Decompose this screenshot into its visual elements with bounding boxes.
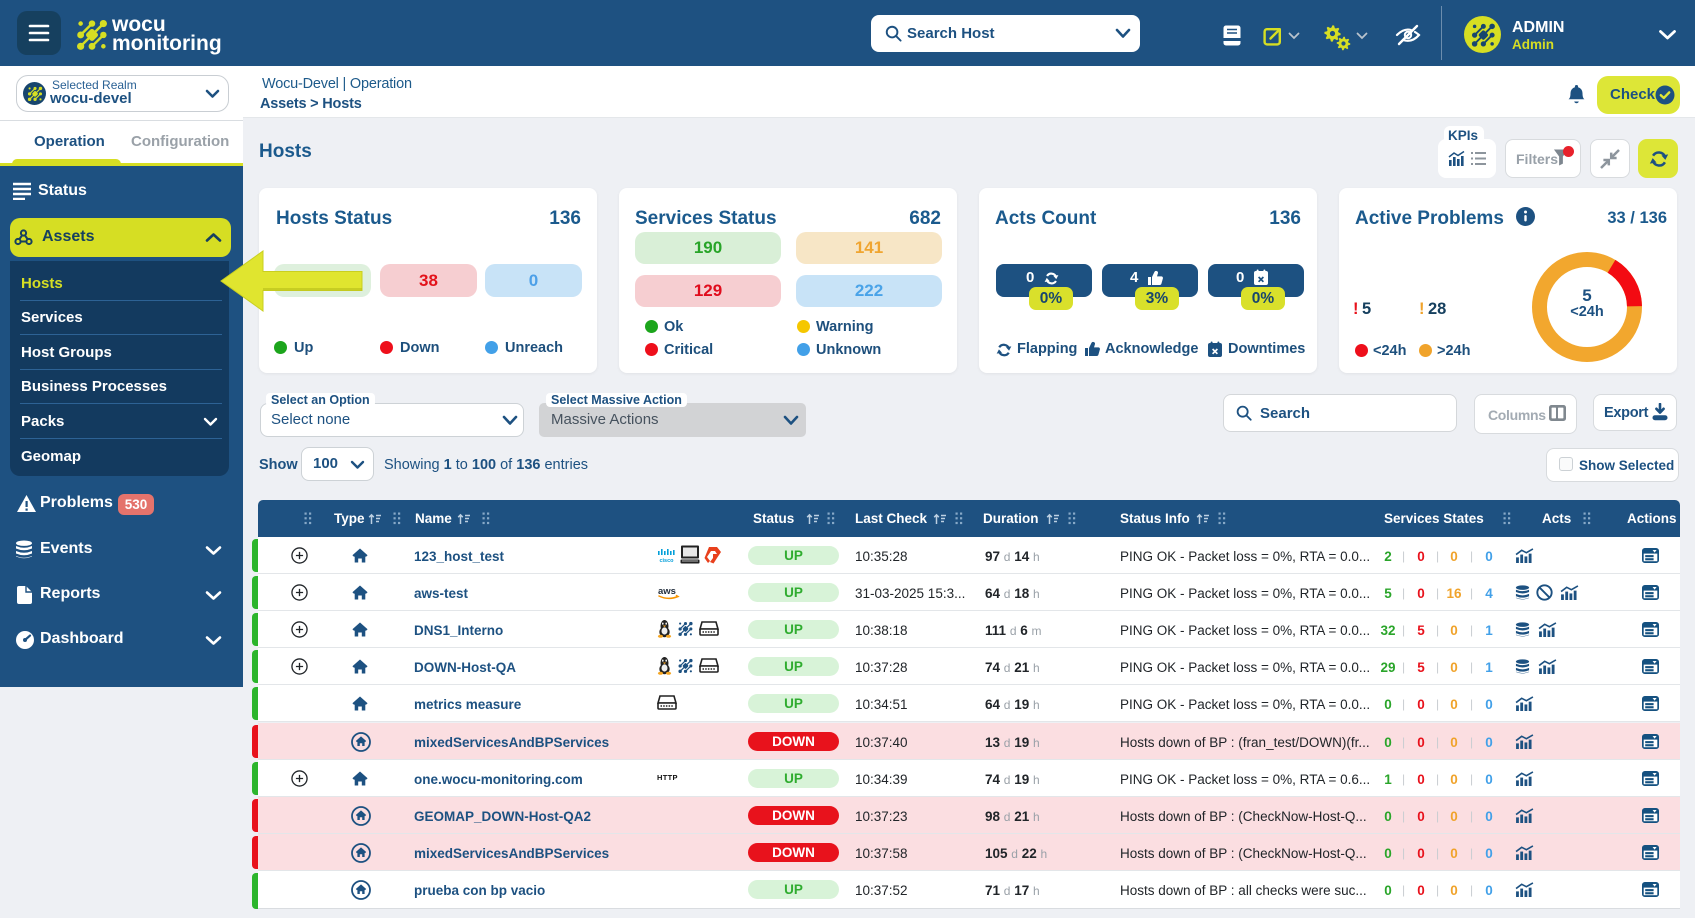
svg-text:cisco: cisco — [659, 558, 674, 563]
svg-text:aws: aws — [658, 586, 676, 597]
